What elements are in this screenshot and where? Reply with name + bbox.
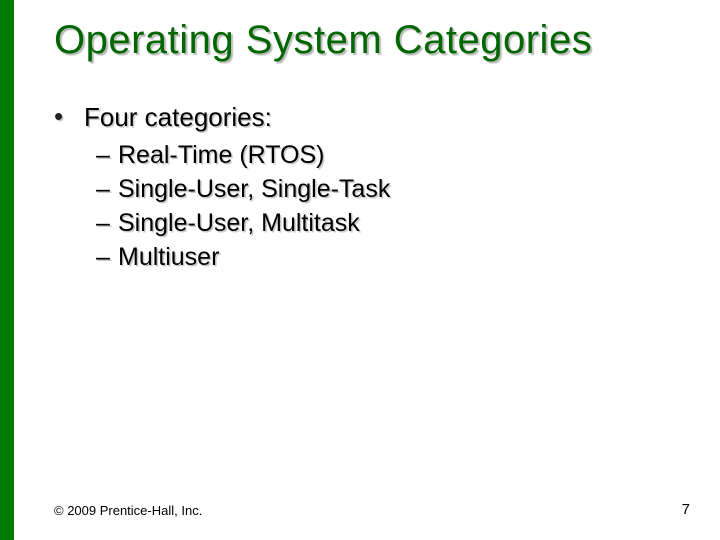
bullet-icon: •	[54, 101, 84, 131]
subitem: – Multiuser	[96, 241, 720, 273]
subitem-text: Single-User, Multitask	[118, 207, 360, 239]
subitem-text: Single-User, Single-Task	[118, 173, 390, 205]
bullet-level-1: • Four categories:	[54, 101, 720, 133]
subitem: – Single-User, Single-Task	[96, 173, 720, 205]
bullet-heading-text: Four categories:	[84, 101, 272, 133]
slide-body: Operating System Categories • Four categ…	[14, 0, 720, 540]
dash-icon: –	[96, 173, 118, 205]
footer-copyright: © 2009 Prentice-Hall, Inc.	[54, 503, 202, 518]
accent-sidebar	[0, 0, 14, 540]
subitem-text: Real-Time (RTOS)	[118, 139, 325, 171]
dash-icon: –	[96, 241, 118, 273]
dash-icon: –	[96, 207, 118, 239]
slide-title: Operating System Categories	[54, 18, 720, 63]
subitem: – Single-User, Multitask	[96, 207, 720, 239]
slide-content: • Four categories: – Real-Time (RTOS) – …	[54, 101, 720, 273]
subitem: – Real-Time (RTOS)	[96, 139, 720, 171]
footer-page-number: 7	[682, 501, 690, 518]
subitem-text: Multiuser	[118, 241, 219, 273]
dash-icon: –	[96, 139, 118, 171]
